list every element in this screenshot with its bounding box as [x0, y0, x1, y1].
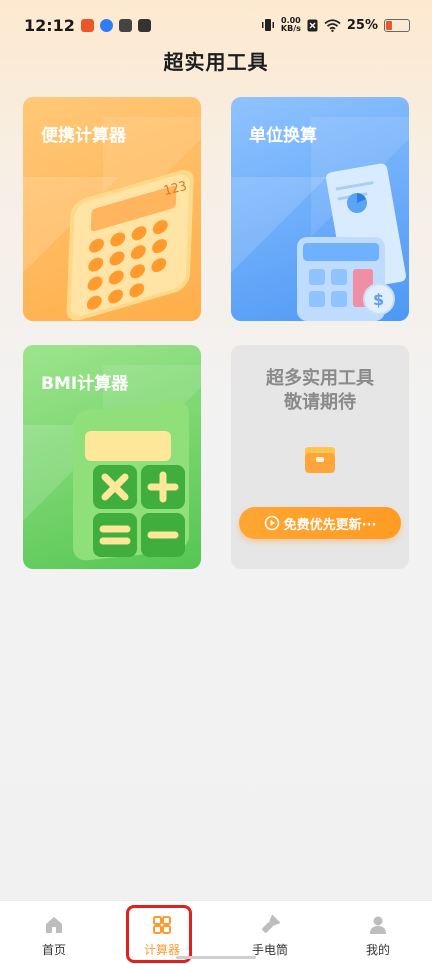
calculator-illustration-icon: 123	[66, 170, 194, 321]
bmi-calculator-card[interactable]: BMI计算器	[23, 345, 201, 569]
nav-label-calculator: 计算器	[143, 943, 180, 957]
free-priority-update-button[interactable]: 免费优先更新···	[239, 507, 401, 539]
battery-icon	[384, 18, 410, 32]
nav-item-calculator[interactable]: 计算器	[108, 901, 216, 964]
user-icon	[370, 916, 386, 934]
app-notification-icon	[80, 18, 94, 32]
coming-soon-card: 超多实用工具 敬请期待 免费优先更新···	[231, 345, 409, 569]
page-title: 超实用工具	[163, 50, 269, 74]
flashlight-icon	[262, 915, 280, 933]
status-left: 12:12	[24, 16, 151, 35]
status-time: 12:12	[24, 15, 75, 35]
link-notification-icon	[118, 18, 132, 32]
portable-calculator-card[interactable]: 便携计算器 123	[23, 97, 201, 321]
nav-label-home: 首页	[41, 943, 66, 957]
battery-percent: 25%	[346, 17, 378, 33]
coming-soon-text: 超多实用工具 敬请期待	[231, 367, 409, 415]
home-indicator[interactable]	[176, 956, 256, 959]
nav-label-flashlight: 手电筒	[251, 943, 288, 957]
coming-soon-line2: 敬请期待	[284, 392, 356, 413]
nav-item-flashlight[interactable]: 手电筒	[216, 901, 324, 964]
svg-text:$: $	[373, 290, 384, 309]
vibrate-icon	[261, 19, 274, 31]
nav-label-mine: 我的	[365, 943, 390, 957]
browser-notification-icon	[99, 18, 113, 32]
free-priority-update-label: 免费优先更新···	[283, 517, 377, 533]
unit-conversion-illustration-icon: $	[297, 163, 406, 321]
home-icon	[46, 917, 62, 933]
bottom-navigation: 首页 计算器 手电筒 我的	[0, 900, 432, 964]
nav-item-mine[interactable]: 我的	[324, 901, 432, 964]
nav-item-home[interactable]: 首页	[0, 901, 108, 964]
message-notification-icon	[137, 18, 151, 32]
bmi-calculator-illustration-icon	[73, 400, 189, 561]
play-circle-icon	[264, 515, 279, 531]
gift-box-icon	[305, 447, 335, 473]
unit-conversion-card[interactable]: 单位换算 $	[231, 97, 409, 321]
status-bar: 12:12 0.00 KB/s 25%	[0, 0, 432, 50]
coming-soon-line1: 超多实用工具	[266, 368, 374, 389]
sim-x-icon	[307, 19, 318, 31]
wifi-icon	[324, 18, 341, 32]
status-right: 0.00 KB/s 25%	[261, 17, 410, 33]
grid-icon	[153, 916, 171, 934]
network-speed: 0.00 KB/s	[280, 16, 301, 33]
